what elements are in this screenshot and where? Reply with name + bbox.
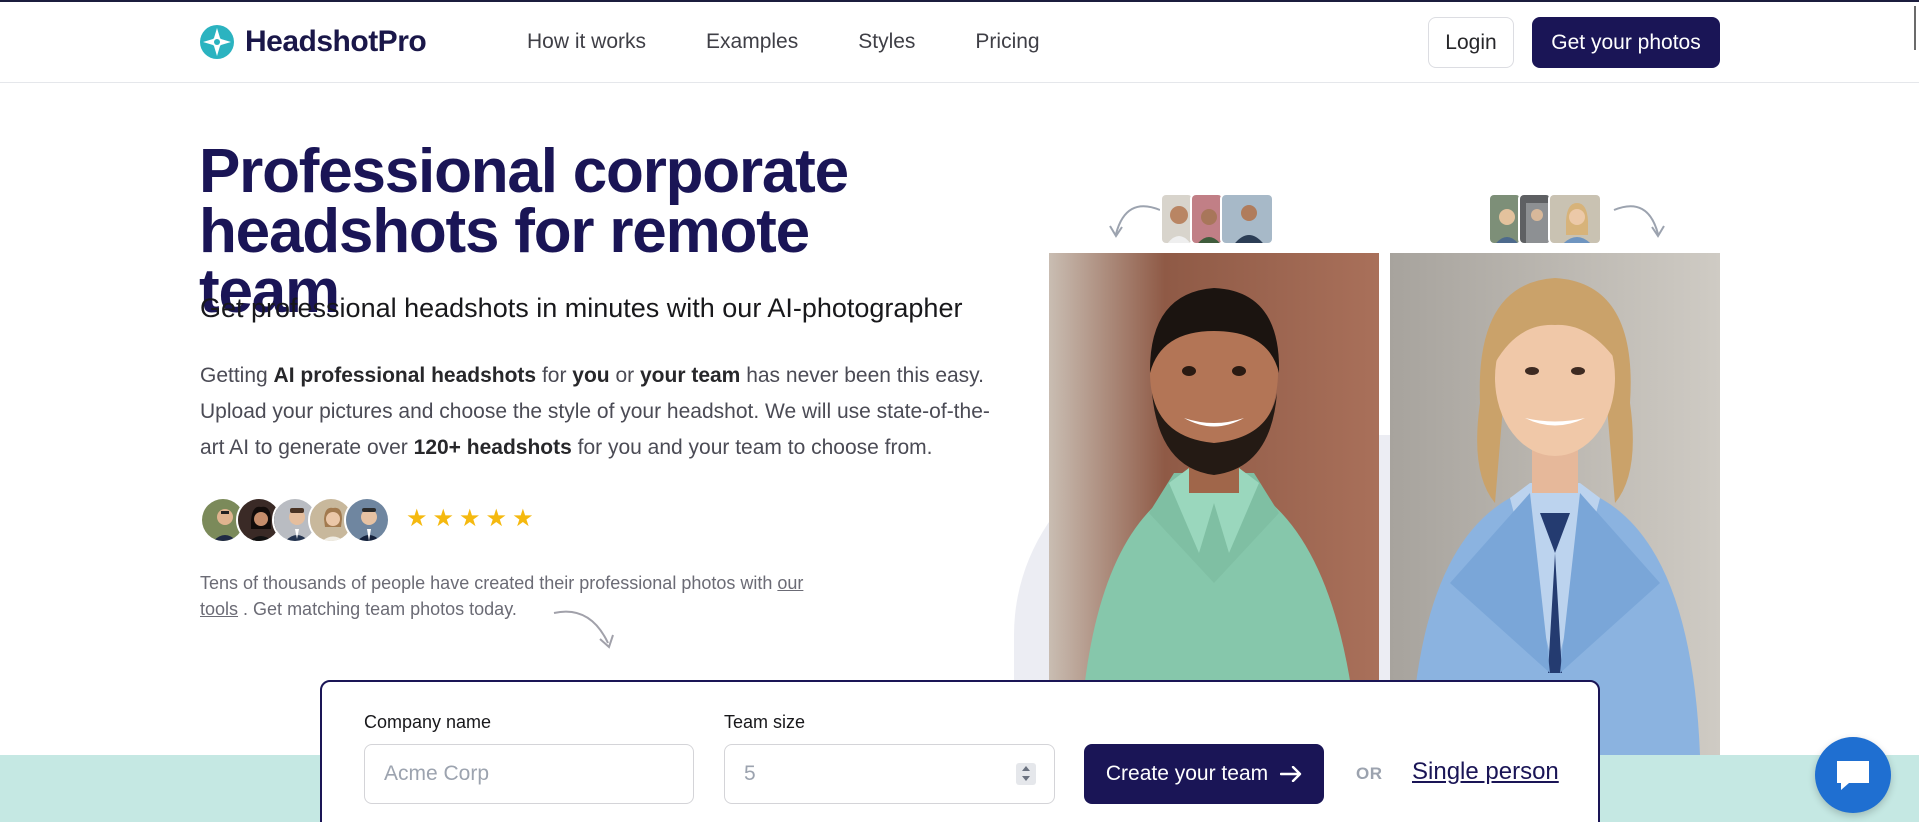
single-person-link[interactable]: Single person xyxy=(1412,758,1559,786)
team-signup-form: Company name Acme Corp Team size 5 Creat… xyxy=(320,680,1600,822)
team-size-input[interactable]: 5 xyxy=(724,744,1055,804)
team-size-label: Team size xyxy=(724,712,806,732)
create-team-button[interactable]: Create your team xyxy=(1084,744,1324,804)
thumbnail xyxy=(1548,193,1602,245)
main-nav: How it works Examples Styles Pricing xyxy=(527,30,1100,54)
thumbnail xyxy=(1220,193,1274,245)
arrow-right-icon xyxy=(1280,766,1302,782)
rating-stars: ★ ★ ★ ★ ★ xyxy=(406,506,534,532)
nav-pricing[interactable]: Pricing xyxy=(975,30,1039,54)
thumbnail xyxy=(1160,193,1194,245)
curved-arrow-icon xyxy=(1613,205,1665,238)
star-icon: ★ xyxy=(432,505,455,532)
nav-styles[interactable]: Styles xyxy=(858,30,915,54)
chat-icon xyxy=(1837,761,1869,790)
site-header: HeadshotPro How it works Examples Styles… xyxy=(0,2,1919,83)
thumbnail xyxy=(1518,193,1552,245)
customer-avatars xyxy=(200,497,390,543)
company-name-input[interactable]: Acme Corp xyxy=(364,744,694,804)
or-separator: OR xyxy=(1356,764,1383,783)
star-icon: ★ xyxy=(459,505,481,532)
avatar xyxy=(344,497,390,543)
get-photos-button[interactable]: Get your photos xyxy=(1532,17,1720,68)
chat-button[interactable] xyxy=(1815,737,1891,813)
hero-subtitle: Get professional headshots in minutes wi… xyxy=(200,293,963,323)
nav-examples[interactable]: Examples xyxy=(706,30,798,54)
logo-mark-icon xyxy=(200,25,234,59)
scrollbar[interactable] xyxy=(1914,6,1916,50)
nav-how-it-works[interactable]: How it works xyxy=(527,30,646,54)
curved-arrow-icon xyxy=(1109,205,1161,238)
logo-text: HeadshotPro xyxy=(245,25,427,58)
curved-arrow-icon xyxy=(553,610,614,649)
company-name-label: Company name xyxy=(364,712,492,732)
hero-description: Getting AI professional headshots for yo… xyxy=(200,364,990,459)
input-photo-thumbnails xyxy=(1488,193,1602,245)
login-button[interactable]: Login xyxy=(1428,17,1514,68)
thumbnail xyxy=(1190,193,1224,245)
input-photo-thumbnails xyxy=(1160,193,1274,245)
logo[interactable]: HeadshotPro xyxy=(199,24,427,60)
stepper-icon[interactable] xyxy=(1016,763,1036,785)
star-icon: ★ xyxy=(485,505,508,532)
thumbnail xyxy=(1488,193,1522,245)
star-icon: ★ xyxy=(406,505,428,532)
star-icon: ★ xyxy=(512,505,534,532)
social-proof-text: Tens of thousands of people have created… xyxy=(200,573,804,619)
